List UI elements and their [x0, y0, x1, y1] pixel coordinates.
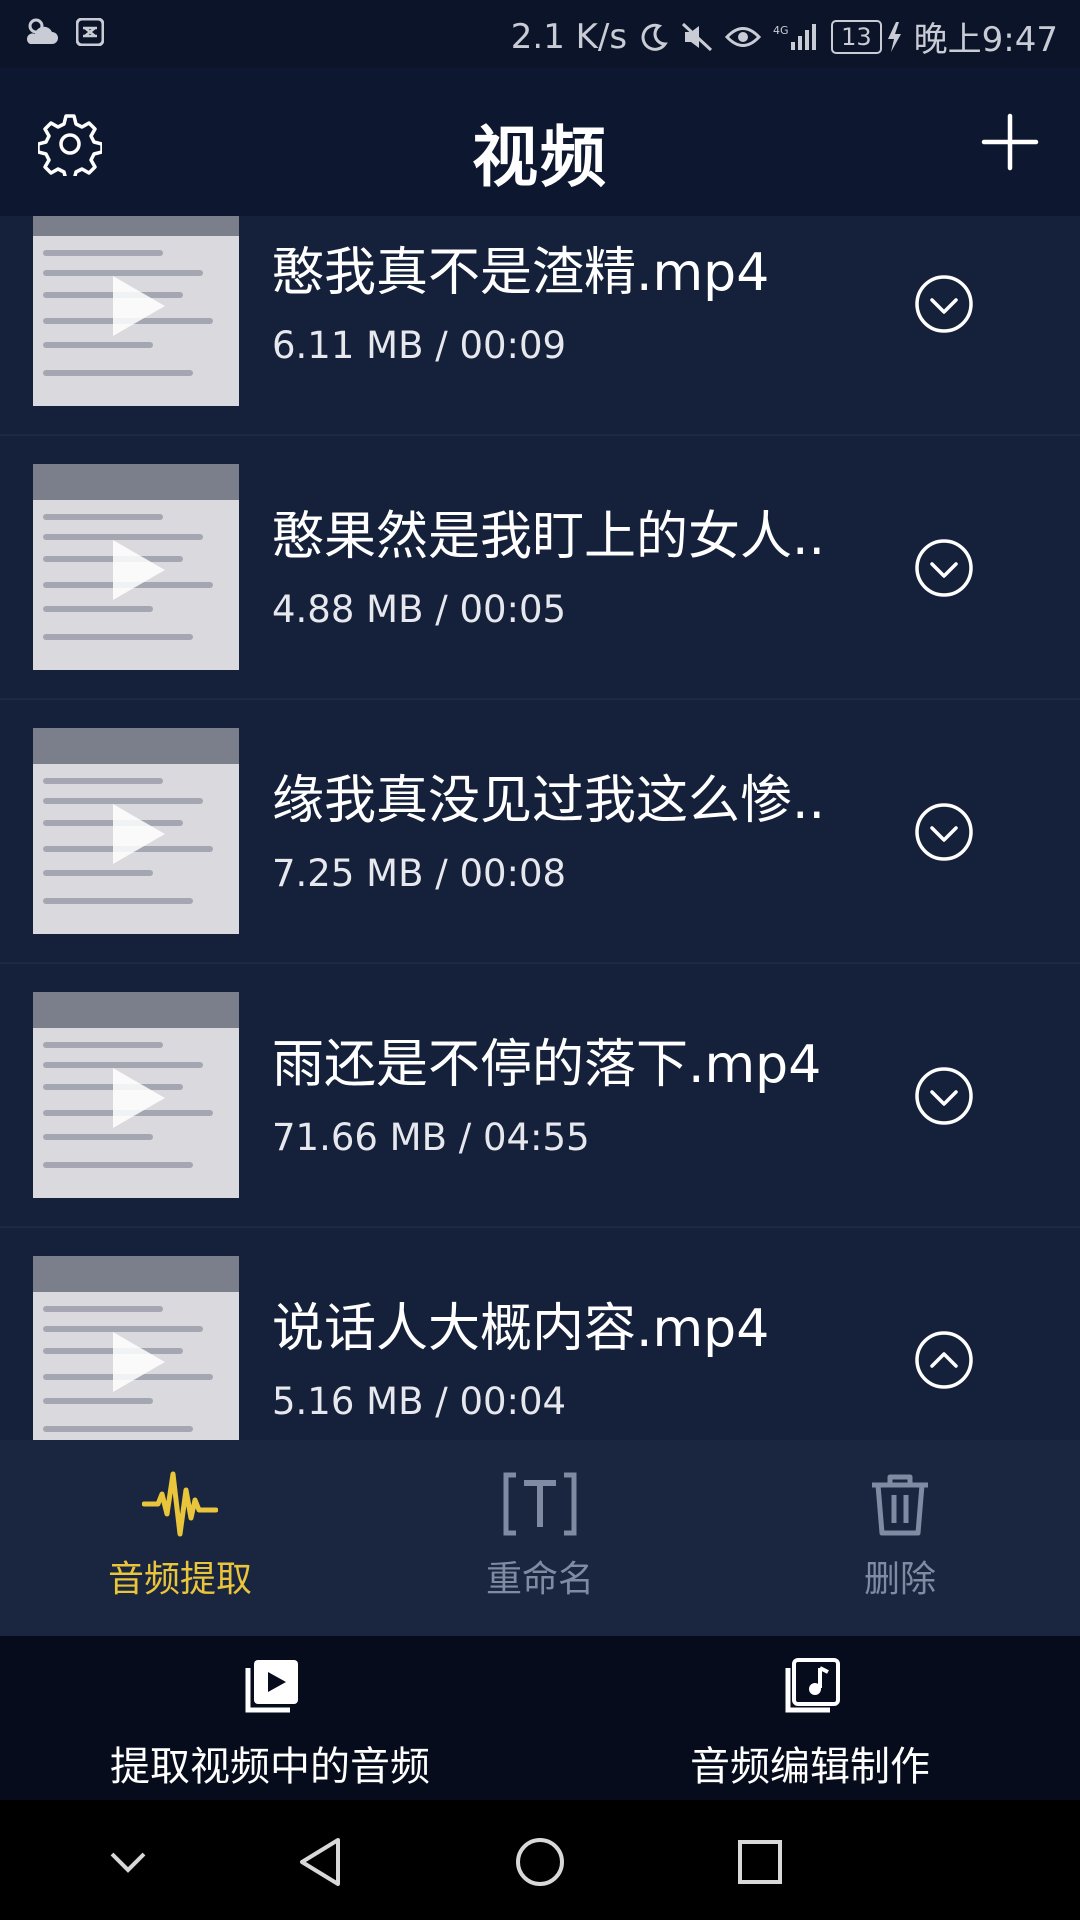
- clock: 晚上9:47: [913, 20, 1058, 60]
- expand-chevron-down-icon[interactable]: [914, 1066, 974, 1126]
- eye-icon: [725, 26, 762, 47]
- video-thumbnail[interactable]: [33, 464, 239, 670]
- video-thumbnail[interactable]: [33, 216, 239, 406]
- video-thumbnail[interactable]: [33, 728, 239, 934]
- extract-audio-label: 音频提取: [107, 1559, 252, 1600]
- charging-icon: [887, 21, 901, 52]
- trash-icon: [872, 1474, 928, 1536]
- expand-chevron-down-icon[interactable]: [914, 538, 974, 598]
- rename-button[interactable]: 重命名: [390, 1464, 690, 1602]
- video-size-duration: 4.88 MB / 00:05: [272, 588, 567, 631]
- video-file-name: 说话人大概内容.mp4: [272, 1299, 770, 1359]
- play-icon: [113, 804, 165, 864]
- video-size-duration: 7.25 MB / 00:08: [272, 852, 567, 895]
- video-thumbnail[interactable]: [33, 992, 239, 1198]
- rename-label: 重命名: [485, 1559, 594, 1600]
- battery-indicator: 13: [831, 19, 902, 54]
- music-library-icon: [785, 1658, 840, 1713]
- video-library-icon: [245, 1660, 298, 1713]
- rename-text-icon: [503, 1472, 577, 1536]
- expand-chevron-down-icon[interactable]: [914, 802, 974, 862]
- video-size-duration: 6.11 MB / 00:09: [272, 324, 567, 367]
- tab-audio-edit-label: 音频编辑制作: [690, 1744, 930, 1790]
- delete-button[interactable]: 删除: [750, 1464, 1050, 1602]
- top-app-bar: 视频: [0, 68, 1080, 216]
- status-bar: 2.1 K/s 4G 13 晚上9:47: [0, 0, 1080, 68]
- thumbnail-header-band: [33, 464, 239, 500]
- delete-label: 删除: [863, 1559, 936, 1600]
- video-list-item[interactable]: 雨还是不停的落下.mp4 71.66 MB / 04:55: [0, 964, 1080, 1228]
- waveform-icon: [142, 1471, 218, 1537]
- recents-square-icon[interactable]: [732, 1834, 788, 1890]
- moon-icon: [641, 23, 668, 51]
- video-file-name: 憨我真不是渣精.mp4: [272, 243, 770, 303]
- thumbnail-header-band: [33, 1256, 239, 1292]
- video-list-item[interactable]: 缘我真没见过我这么惨.. 7.25 MB / 00:08: [0, 700, 1080, 964]
- video-file-name: 缘我真没见过我这么惨..: [272, 771, 826, 831]
- video-thumbnail[interactable]: [33, 1256, 239, 1440]
- system-navigation-bar: [0, 1800, 1080, 1920]
- app-notification-icon: [76, 18, 104, 46]
- thumbnail-header-band: [33, 728, 239, 764]
- expand-chevron-down-icon[interactable]: [914, 274, 974, 334]
- play-icon: [113, 540, 165, 600]
- thumbnail-header-band: [33, 992, 239, 1028]
- file-action-bar: 音频提取 重命名 删除: [0, 1440, 1080, 1636]
- tab-extract-from-video[interactable]: 提取视频中的音频: [50, 1658, 490, 1792]
- page-title: 视频: [472, 119, 608, 196]
- video-list-item[interactable]: 说话人大概内容.mp4 5.16 MB / 00:04: [0, 1228, 1080, 1440]
- video-list: 憨我真不是渣精.mp4 6.11 MB / 00:09 憨果然是我盯上的女人..…: [0, 216, 1080, 1440]
- signal-icon: 4G: [773, 23, 817, 50]
- tab-audio-edit[interactable]: 音频编辑制作: [590, 1658, 1030, 1792]
- thumbnail-header-band: [33, 216, 239, 236]
- home-circle-icon[interactable]: [512, 1834, 568, 1890]
- svg-text:4G: 4G: [773, 24, 789, 37]
- weather-icon: [26, 18, 58, 44]
- extract-audio-button[interactable]: 音频提取: [30, 1464, 330, 1602]
- video-list-item[interactable]: 憨果然是我盯上的女人.. 4.88 MB / 00:05: [0, 436, 1080, 700]
- bottom-tab-bar: 提取视频中的音频 音频编辑制作: [0, 1636, 1080, 1800]
- play-icon: [113, 276, 165, 336]
- video-size-duration: 71.66 MB / 04:55: [272, 1116, 590, 1159]
- video-file-name: 憨果然是我盯上的女人..: [272, 507, 826, 567]
- back-triangle-icon[interactable]: [294, 1834, 350, 1890]
- collapse-chevron-up-icon[interactable]: [914, 1330, 974, 1390]
- video-file-name: 雨还是不停的落下.mp4: [272, 1035, 822, 1095]
- add-icon[interactable]: [978, 110, 1042, 174]
- tab-extract-label: 提取视频中的音频: [110, 1744, 430, 1790]
- network-speed: 2.1 K/s: [510, 16, 628, 57]
- play-icon: [113, 1332, 165, 1392]
- play-icon: [113, 1068, 165, 1128]
- video-list-item[interactable]: 憨我真不是渣精.mp4 6.11 MB / 00:09: [0, 216, 1080, 436]
- video-size-duration: 5.16 MB / 00:04: [272, 1380, 567, 1423]
- hide-keyboard-chevron-icon[interactable]: [100, 1834, 156, 1890]
- mute-icon: [682, 22, 713, 51]
